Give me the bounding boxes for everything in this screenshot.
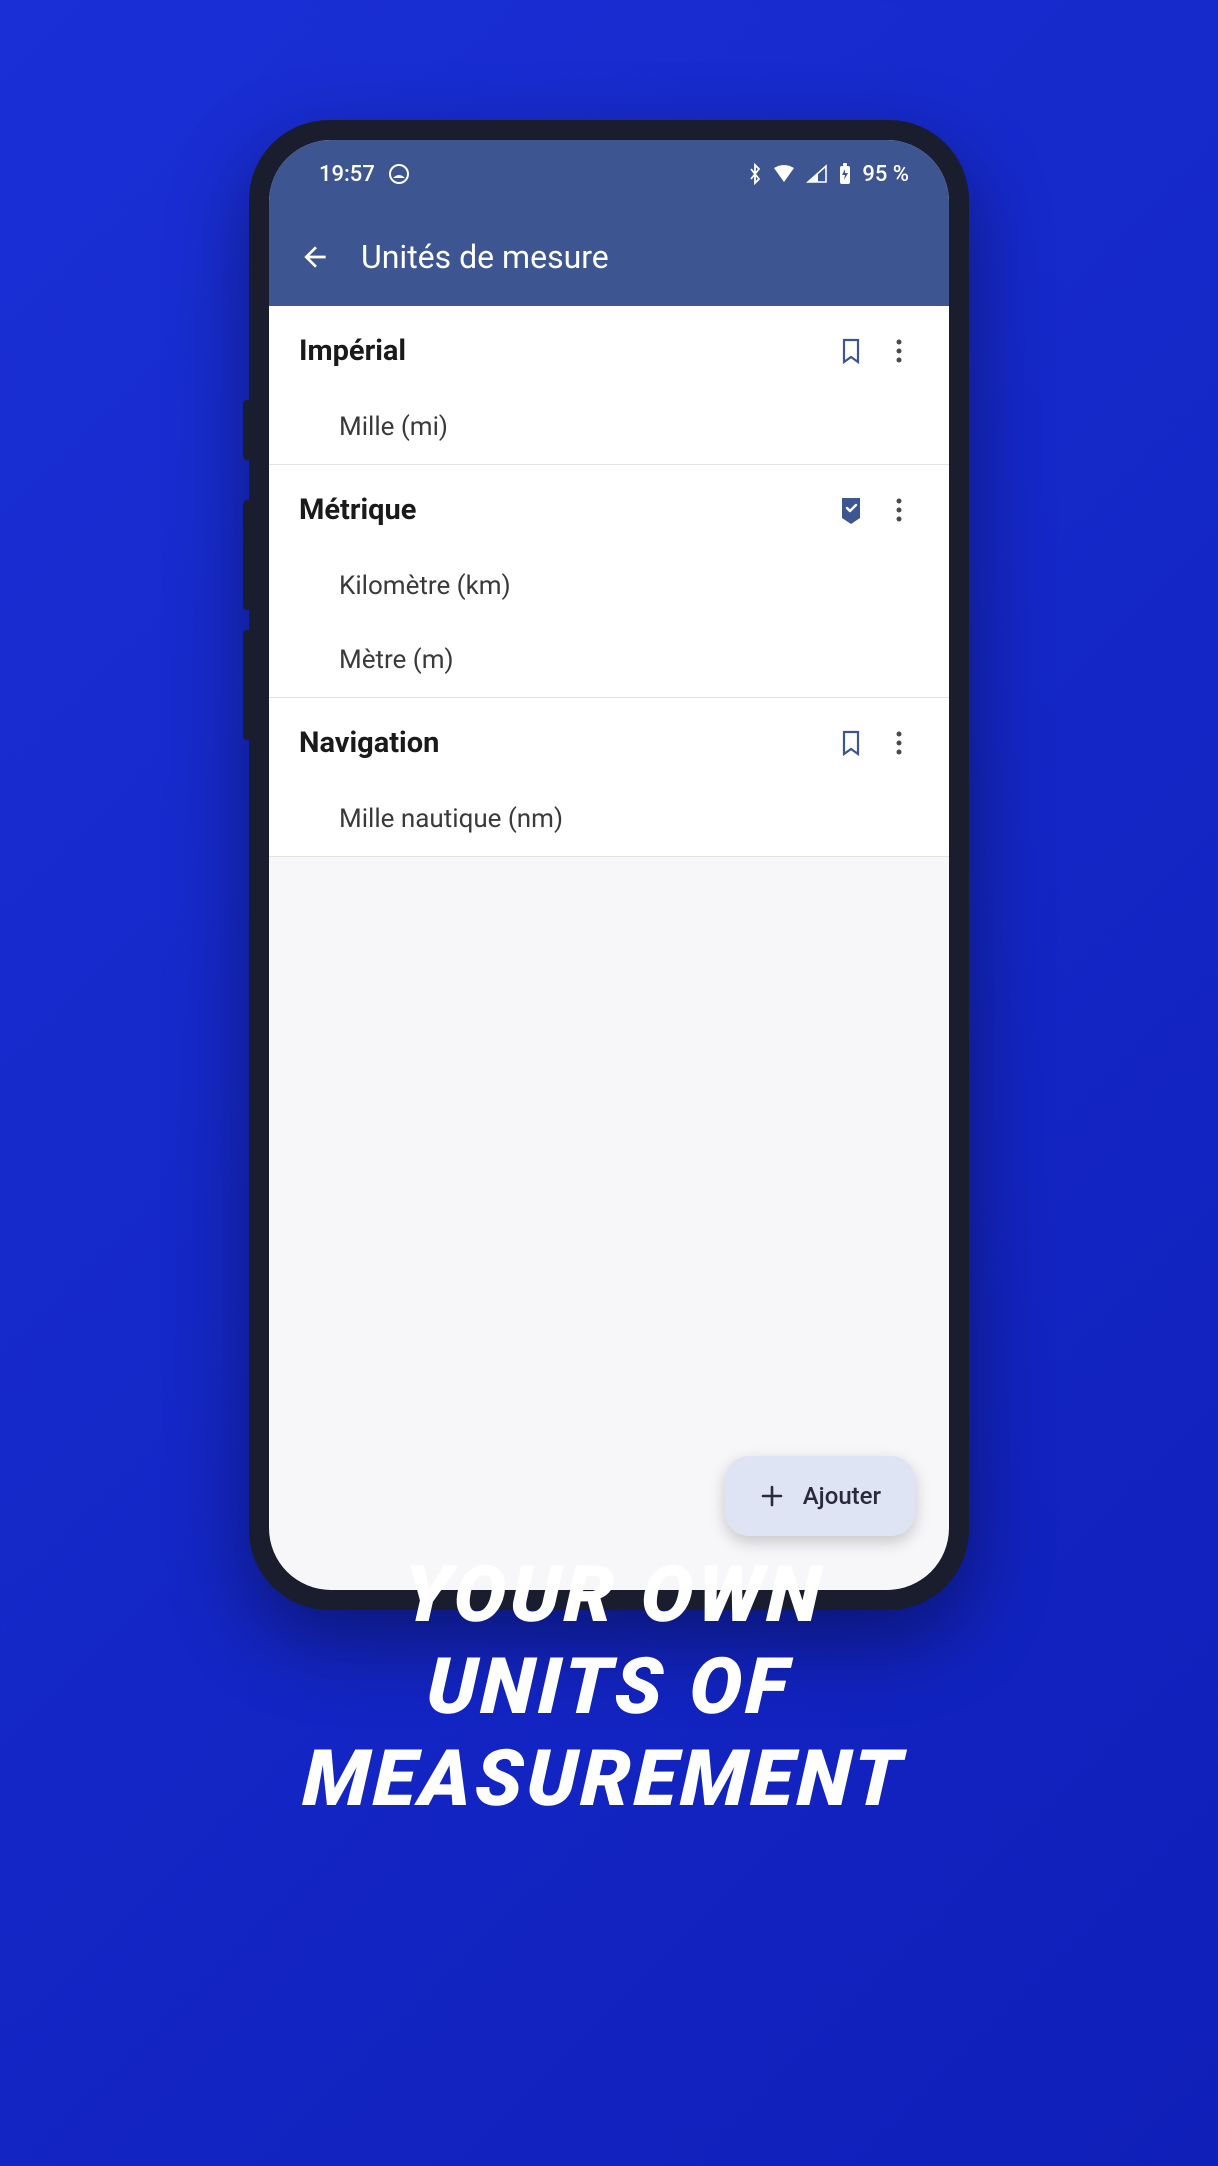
status-time: 19:57	[319, 162, 375, 187]
phone-side-button	[243, 500, 251, 610]
phone-screen: 19:57 95 %	[269, 140, 949, 1590]
tagline-line: MEASUREMENT	[0, 1734, 1216, 1826]
status-battery-text: 95 %	[862, 162, 909, 187]
list-item[interactable]: Mille (mi)	[269, 390, 949, 464]
content-list[interactable]: Impérial Mille (mi) Métrique	[269, 306, 949, 857]
tagline-line: UNITS OF	[0, 1642, 1218, 1734]
group-imperial: Impérial Mille (mi)	[269, 306, 949, 465]
bookmark-selected-icon[interactable]	[823, 495, 879, 525]
phone-side-button	[243, 630, 251, 740]
tagline-line: YOUR OWN	[2, 1550, 1218, 1642]
status-bar: 19:57 95 %	[269, 140, 949, 208]
group-navigation: Navigation Mille nautique (nm)	[269, 698, 949, 857]
plus-icon	[759, 1483, 785, 1509]
back-icon[interactable]	[299, 241, 331, 273]
list-item[interactable]: Mètre (m)	[269, 623, 949, 697]
phone-frame: 19:57 95 %	[249, 120, 969, 1610]
list-item[interactable]: Kilomètre (km)	[269, 549, 949, 623]
more-icon[interactable]	[879, 498, 919, 522]
bookmark-icon[interactable]	[823, 337, 879, 365]
more-icon[interactable]	[879, 731, 919, 755]
list-item[interactable]: Mille nautique (nm)	[269, 782, 949, 856]
group-title: Navigation	[299, 726, 823, 760]
group-header[interactable]: Impérial	[269, 306, 949, 390]
signal-icon	[806, 164, 828, 184]
wifi-icon	[772, 164, 796, 184]
group-title: Impérial	[299, 334, 823, 368]
group-header[interactable]: Navigation	[269, 698, 949, 782]
group-metrique: Métrique Kilomètre (km) Mètre (m)	[269, 465, 949, 698]
page-title: Unités de mesure	[361, 238, 609, 276]
marketing-tagline: YOUR OWN UNITS OF MEASUREMENT	[0, 1550, 1218, 1826]
app-bar: Unités de mesure	[269, 208, 949, 306]
circle-icon	[389, 164, 409, 184]
more-icon[interactable]	[879, 339, 919, 363]
bookmark-icon[interactable]	[823, 729, 879, 757]
battery-icon	[838, 163, 852, 185]
fab-label: Ajouter	[803, 1482, 881, 1510]
bluetooth-icon	[748, 163, 762, 185]
phone-side-button	[243, 400, 251, 460]
add-button[interactable]: Ajouter	[725, 1456, 915, 1536]
group-header[interactable]: Métrique	[269, 465, 949, 549]
group-title: Métrique	[299, 493, 823, 527]
